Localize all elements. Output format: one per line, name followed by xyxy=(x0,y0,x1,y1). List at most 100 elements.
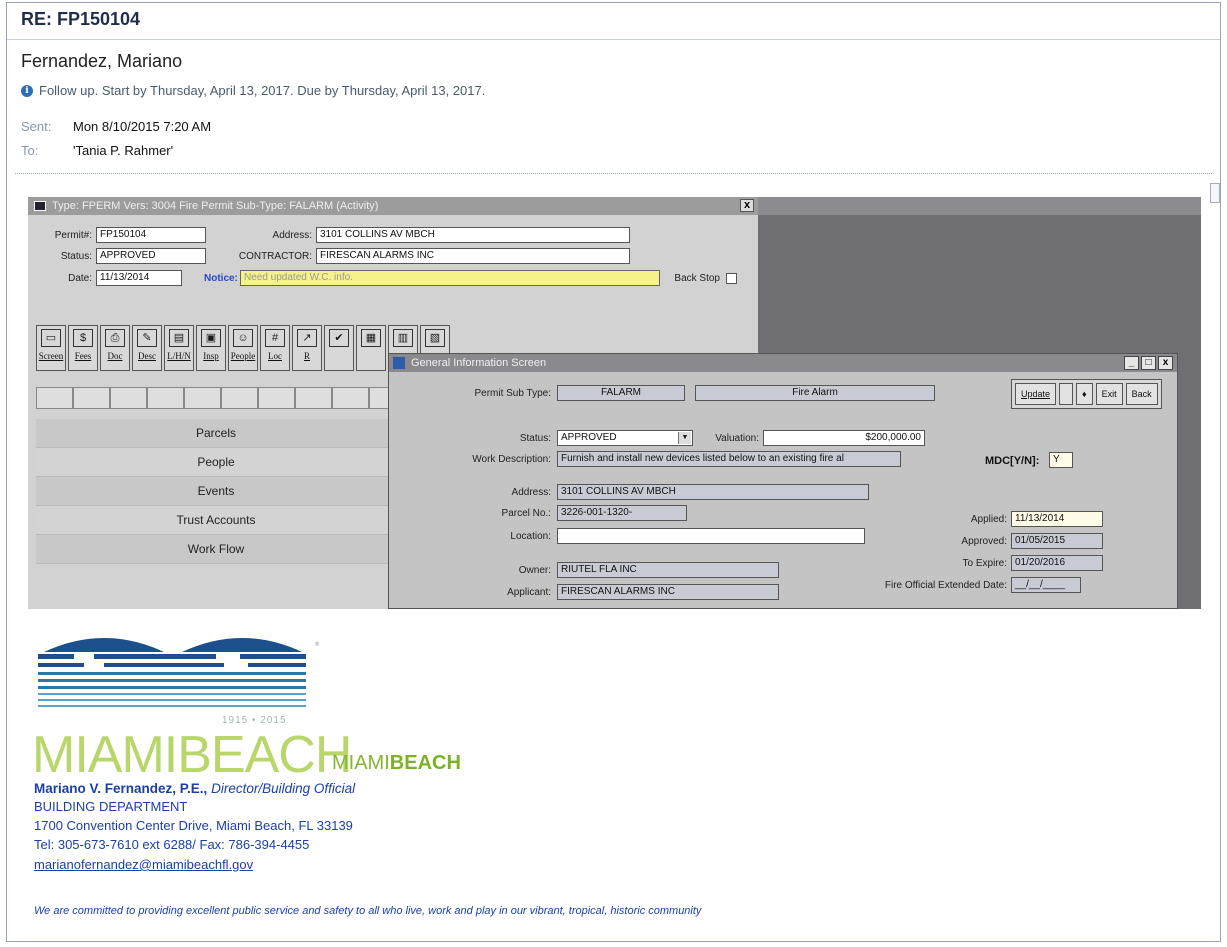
signature-email-link[interactable]: marianofernandez@miamibeachfl.gov xyxy=(34,857,253,872)
close-icon[interactable]: x xyxy=(740,199,754,212)
nav-item-events[interactable]: Events xyxy=(36,477,396,506)
brand-bold: BEACH xyxy=(389,752,461,774)
toolbar-button-label: Loc xyxy=(268,351,282,361)
check-icon: ✔ xyxy=(329,329,349,347)
status-label: Status: xyxy=(60,251,92,262)
grid-cell[interactable] xyxy=(36,387,73,409)
grid-cell[interactable] xyxy=(258,387,295,409)
date-label: Date: xyxy=(68,273,92,284)
sender-name[interactable]: Fernandez, Mariano xyxy=(21,51,182,72)
nav-arrow-button[interactable]: ♦ xyxy=(1076,383,1093,405)
valuation-field[interactable]: $200,000.00 xyxy=(763,430,925,446)
address-label: Address: xyxy=(272,230,312,241)
exit-button[interactable]: Exit xyxy=(1095,383,1123,405)
parcel-field[interactable]: 3226-001-1320- xyxy=(557,505,687,521)
maximize-icon[interactable]: □ xyxy=(1141,356,1156,370)
toolbar-button-l-h-n[interactable]: ▤ L/H/N xyxy=(164,325,194,371)
to-recipient[interactable]: 'Tania P. Rahmer' xyxy=(73,143,173,158)
applied-label: Applied: xyxy=(970,514,1007,525)
toolbar-button-people[interactable]: ☺ People xyxy=(228,325,258,371)
backstop-label: Back Stop xyxy=(674,273,720,284)
minimize-icon[interactable]: _ xyxy=(1124,356,1139,370)
toolbar-button-desc[interactable]: ✎ Desc xyxy=(132,325,162,371)
gi-status-value: APPROVED xyxy=(561,432,617,443)
grid-cell[interactable] xyxy=(147,387,184,409)
grid-cell[interactable] xyxy=(221,387,258,409)
signature-phone: Tel: 305-673-7610 ext 6288/ Fax: 786-394… xyxy=(34,837,310,852)
signature-department: BUILDING DEPARTMENT xyxy=(34,799,188,814)
grid-cell[interactable] xyxy=(73,387,110,409)
folder-icon: ▤ xyxy=(169,329,189,347)
toolbar-button-label: Screen xyxy=(38,351,64,361)
toolbar-button-icon-10[interactable]: ▦ xyxy=(356,325,386,371)
subtype-code-field[interactable]: FALARM xyxy=(557,385,685,401)
mdc-field[interactable]: Y xyxy=(1049,452,1073,468)
toolbar-button-loc[interactable]: # Loc xyxy=(260,325,290,371)
logo-arcs xyxy=(44,638,302,652)
approved-field[interactable]: 01/05/2015 xyxy=(1011,533,1103,549)
scrollbar[interactable] xyxy=(1210,183,1220,203)
applied-field[interactable]: 11/13/2014 xyxy=(1011,511,1103,527)
toolbar-button-screen[interactable]: ▭ Screen xyxy=(36,325,66,371)
notice-field[interactable]: Need updated W.C. info. xyxy=(240,270,660,286)
to-row: To: 'Tania P. Rahmer' xyxy=(21,143,173,158)
divider xyxy=(7,39,1220,40)
toolbar-button-insp[interactable]: ▣ Insp xyxy=(196,325,226,371)
address-field[interactable]: 3101 COLLINS AV MBCH xyxy=(316,227,630,243)
toolbar-button-label: Doc xyxy=(107,351,123,361)
mdc-label: MDC[Y/N]: xyxy=(985,455,1040,467)
nav-item-parcels[interactable]: Parcels xyxy=(36,419,396,448)
parcel-label: Parcel No.: xyxy=(501,508,551,519)
location-field[interactable] xyxy=(557,528,865,544)
toolbar-button-doc[interactable]: ⎙ Doc xyxy=(100,325,130,371)
notice-label: Notice: xyxy=(204,273,238,284)
followup-text: Follow up. Start by Thursday, April 13, … xyxy=(39,83,486,98)
contractor-field[interactable]: FIRESCAN ALARMS INC xyxy=(316,248,630,264)
toolbar-button-label: People xyxy=(230,351,256,361)
permit-window-titlebar: Type: FPERM Vers: 3004 Fire Permit Sub-T… xyxy=(28,197,758,215)
people-icon: ☺ xyxy=(233,329,253,347)
applicant-label: Applicant: xyxy=(507,587,551,598)
applicant-field[interactable]: FIRESCAN ALARMS INC xyxy=(557,584,779,600)
expire-field[interactable]: 01/20/2016 xyxy=(1011,555,1103,571)
toolbar-button-r[interactable]: ↗ R xyxy=(292,325,322,371)
grid-cell[interactable] xyxy=(332,387,369,409)
toolbar-button-label: Desc xyxy=(138,351,156,361)
subtype-label: Permit Sub Type: xyxy=(474,388,551,399)
date-field[interactable]: 11/13/2014 xyxy=(96,270,182,286)
blank-button[interactable] xyxy=(1059,383,1074,405)
permit-number-field[interactable]: FP150104 xyxy=(96,227,206,243)
chevron-down-icon[interactable]: ▼ xyxy=(678,432,691,444)
nav-item-work-flow[interactable]: Work Flow xyxy=(36,535,396,564)
gi-address-field[interactable]: 3101 COLLINS AV MBCH xyxy=(557,484,869,500)
window-icon xyxy=(393,357,405,369)
subtype-desc-field[interactable]: Fire Alarm xyxy=(695,385,935,401)
update-button[interactable]: Update xyxy=(1015,383,1057,405)
permit-window-title: Type: FPERM Vers: 3004 Fire Permit Sub-T… xyxy=(52,200,379,212)
status-field[interactable]: APPROVED xyxy=(96,248,206,264)
backstop-checkbox[interactable] xyxy=(726,273,737,284)
nav-item-trust-accounts[interactable]: Trust Accounts xyxy=(36,506,396,535)
sent-label: Sent: xyxy=(21,119,52,134)
grid-cell[interactable] xyxy=(184,387,221,409)
toolbar-button-icon-9[interactable]: ✔ xyxy=(324,325,354,371)
signature-name: Mariano V. Fernandez, P.E., xyxy=(34,781,208,796)
workdesc-field[interactable]: Furnish and install new devices listed b… xyxy=(557,451,901,467)
extended-date-field[interactable]: __/__/____ xyxy=(1011,577,1081,593)
logo-stripes xyxy=(38,654,306,667)
toolbar-button-fees[interactable]: $ Fees xyxy=(68,325,98,371)
owner-field[interactable]: RIUTEL FLA INC xyxy=(557,562,779,578)
grid-cell[interactable] xyxy=(295,387,332,409)
nav-item-people[interactable]: People xyxy=(36,448,396,477)
signature-address: 1700 Convention Center Drive, Miami Beac… xyxy=(34,818,353,833)
email-subject: RE: FP150104 xyxy=(21,9,141,29)
sent-row: Sent: Mon 8/10/2015 7:20 AM xyxy=(21,119,211,134)
general-info-window: General Information Screen _ □ x Permit … xyxy=(388,353,1178,609)
back-button[interactable]: Back xyxy=(1125,383,1158,405)
close-icon[interactable]: x xyxy=(1158,356,1173,370)
gi-status-dropdown[interactable]: APPROVED ▼ xyxy=(557,430,693,446)
grid-cell[interactable] xyxy=(110,387,147,409)
expire-label: To Expire: xyxy=(962,558,1007,569)
permit-label: Permit#: xyxy=(54,230,92,241)
extended-date-label: Fire Official Extended Date: xyxy=(884,580,1007,591)
